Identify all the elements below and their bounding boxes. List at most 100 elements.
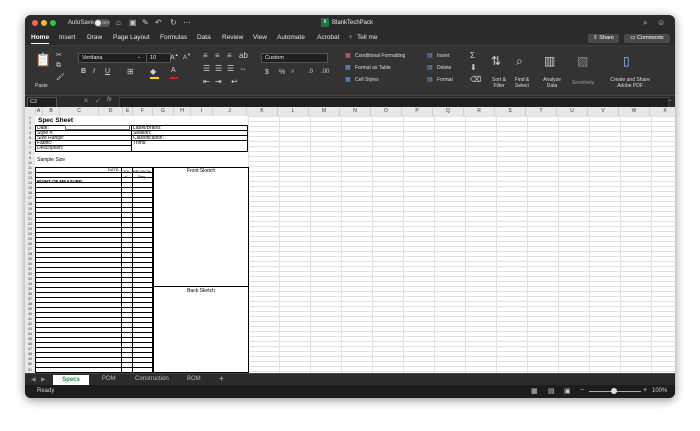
sheet-tab-bom[interactable]: BOM — [187, 376, 201, 382]
row-header-22[interactable]: 22 — [25, 222, 35, 226]
column-header-g[interactable]: G — [153, 107, 174, 116]
format-painter-icon[interactable]: 🖌 — [56, 73, 65, 81]
row-header-46[interactable]: 46 — [25, 342, 35, 346]
row-header-48[interactable]: 48 — [25, 352, 35, 356]
minimize-window-button[interactable] — [41, 20, 47, 26]
measurement-row[interactable] — [35, 367, 153, 368]
tab-data[interactable]: Data — [197, 34, 211, 41]
measurement-row[interactable] — [35, 352, 153, 353]
row-header-11[interactable]: 11 — [25, 166, 35, 170]
measurement-row[interactable] — [35, 307, 153, 308]
normal-view-icon[interactable]: ▦ — [531, 387, 538, 395]
sheet-tab-construction[interactable]: Construction — [135, 376, 169, 382]
column-header-r[interactable]: R — [464, 107, 495, 116]
column-header-f[interactable]: F — [133, 107, 153, 116]
row-header-35[interactable]: 35 — [25, 287, 35, 291]
find-select-icon[interactable]: ⌕ — [516, 54, 523, 69]
column-header-p[interactable]: P — [402, 107, 433, 116]
account-icon[interactable]: ☺ — [657, 18, 665, 27]
measurement-row[interactable] — [35, 237, 153, 238]
measurement-row[interactable] — [35, 187, 153, 188]
sort-filter-icon[interactable]: ⇅ — [491, 54, 501, 68]
row-header-39[interactable]: 39 — [25, 307, 35, 311]
measurement-row[interactable] — [35, 227, 153, 228]
align-bottom-icon[interactable]: ≡ — [227, 51, 232, 60]
worksheet-grid[interactable]: ABCDEFGHIJKLMNOPQRSTUVWXY 12345678910111… — [25, 107, 675, 373]
selected-cell-c2[interactable] — [65, 125, 130, 130]
zoom-in-button[interactable]: + — [643, 387, 647, 394]
more-icon[interactable]: ⋯ — [183, 18, 191, 27]
add-sheet-button[interactable]: + — [219, 374, 224, 383]
row-header-34[interactable]: 34 — [25, 282, 35, 286]
underline-button[interactable]: U — [105, 68, 110, 75]
column-header-j[interactable]: J — [213, 107, 247, 116]
tab-review[interactable]: Review — [222, 34, 243, 41]
conditional-formatting-button[interactable]: Conditional Formatting — [355, 53, 405, 59]
increase-decimal-icon[interactable]: .0 — [308, 69, 313, 75]
measurement-row[interactable] — [35, 242, 153, 243]
zoom-out-button[interactable]: − — [580, 387, 584, 394]
row-header-5[interactable]: 5 — [25, 136, 35, 140]
row-header-17[interactable]: 17 — [25, 196, 35, 200]
row-header-29[interactable]: 29 — [25, 257, 35, 261]
row-header-32[interactable]: 32 — [25, 272, 35, 276]
front-sketch-box[interactable] — [153, 167, 249, 287]
tab-formulas[interactable]: Formulas — [160, 34, 187, 41]
column-header-u[interactable]: U — [557, 107, 588, 116]
tab-automate[interactable]: Automate — [277, 34, 305, 41]
row-header-6[interactable]: 6 — [25, 141, 35, 145]
clear-icon[interactable]: ⌫ — [470, 75, 481, 84]
column-header-l[interactable]: L — [278, 107, 309, 116]
increase-font-icon[interactable]: A▲ — [170, 52, 179, 61]
save-icon[interactable]: ▣ — [129, 18, 137, 27]
row-header-25[interactable]: 25 — [25, 237, 35, 241]
measurement-row[interactable] — [35, 262, 153, 263]
column-header-x[interactable]: X — [650, 107, 675, 116]
tab-acrobat[interactable]: Acrobat — [317, 34, 339, 41]
format-button[interactable]: Format — [437, 77, 453, 83]
find-select-button[interactable]: Find & Select — [510, 77, 534, 89]
currency-icon[interactable]: $ — [265, 69, 269, 76]
measurement-row[interactable] — [35, 217, 153, 218]
measurement-row[interactable] — [35, 172, 153, 173]
align-center-icon[interactable]: ☰ — [215, 64, 222, 73]
number-format-select[interactable]: Custom — [261, 53, 328, 63]
column-header-b[interactable]: B — [43, 107, 60, 116]
decrease-indent-icon[interactable]: ⇤ — [203, 77, 210, 86]
share-button[interactable]: ⇪ Share — [588, 34, 619, 43]
row-header-41[interactable]: 41 — [25, 317, 35, 321]
column-header-q[interactable]: Q — [433, 107, 464, 116]
measurement-row[interactable] — [35, 182, 153, 183]
back-sketch-box[interactable] — [153, 286, 249, 373]
tab-home[interactable]: Home — [31, 34, 49, 41]
expand-formula-icon[interactable]: ⌄ — [668, 97, 672, 103]
measurement-row[interactable] — [35, 202, 153, 203]
search-icon[interactable]: ⌕ — [643, 18, 647, 28]
row-header-8[interactable]: 8 — [25, 151, 35, 155]
tab-tell-me[interactable]: Tell me — [357, 34, 378, 41]
column-header-h[interactable]: H — [174, 107, 191, 116]
row-header-1[interactable]: 1 — [25, 116, 35, 120]
row-header-37[interactable]: 37 — [25, 297, 35, 301]
measurement-row[interactable] — [35, 292, 153, 293]
column-header-i[interactable]: I — [191, 107, 213, 116]
row-header-18[interactable]: 18 — [25, 202, 35, 206]
measurement-row[interactable] — [35, 232, 153, 233]
create-share-pdf-button[interactable]: Create and Share Adobe PDF — [603, 77, 657, 89]
analyze-data-icon[interactable]: ▥ — [544, 54, 555, 68]
tab-view[interactable]: View — [253, 34, 267, 41]
row-header-40[interactable]: 40 — [25, 312, 35, 316]
row-header-10[interactable]: 10 — [25, 161, 35, 165]
sheet-tab-specs[interactable]: Specs — [53, 375, 89, 385]
cell-area[interactable]: Spec Sheet Date: Style #: Size Range: Fa… — [35, 116, 675, 373]
measurement-row[interactable] — [35, 282, 153, 283]
page-break-view-icon[interactable]: ▣ — [564, 387, 571, 395]
row-header-21[interactable]: 21 — [25, 217, 35, 221]
measurement-row[interactable] — [35, 302, 153, 303]
home-icon[interactable]: ⌂ — [116, 18, 121, 27]
row-header-45[interactable]: 45 — [25, 337, 35, 341]
fill-icon[interactable]: ⬇ — [470, 63, 477, 72]
row-header-19[interactable]: 19 — [25, 207, 35, 211]
row-header-23[interactable]: 23 — [25, 227, 35, 231]
row-header-28[interactable]: 28 — [25, 252, 35, 256]
